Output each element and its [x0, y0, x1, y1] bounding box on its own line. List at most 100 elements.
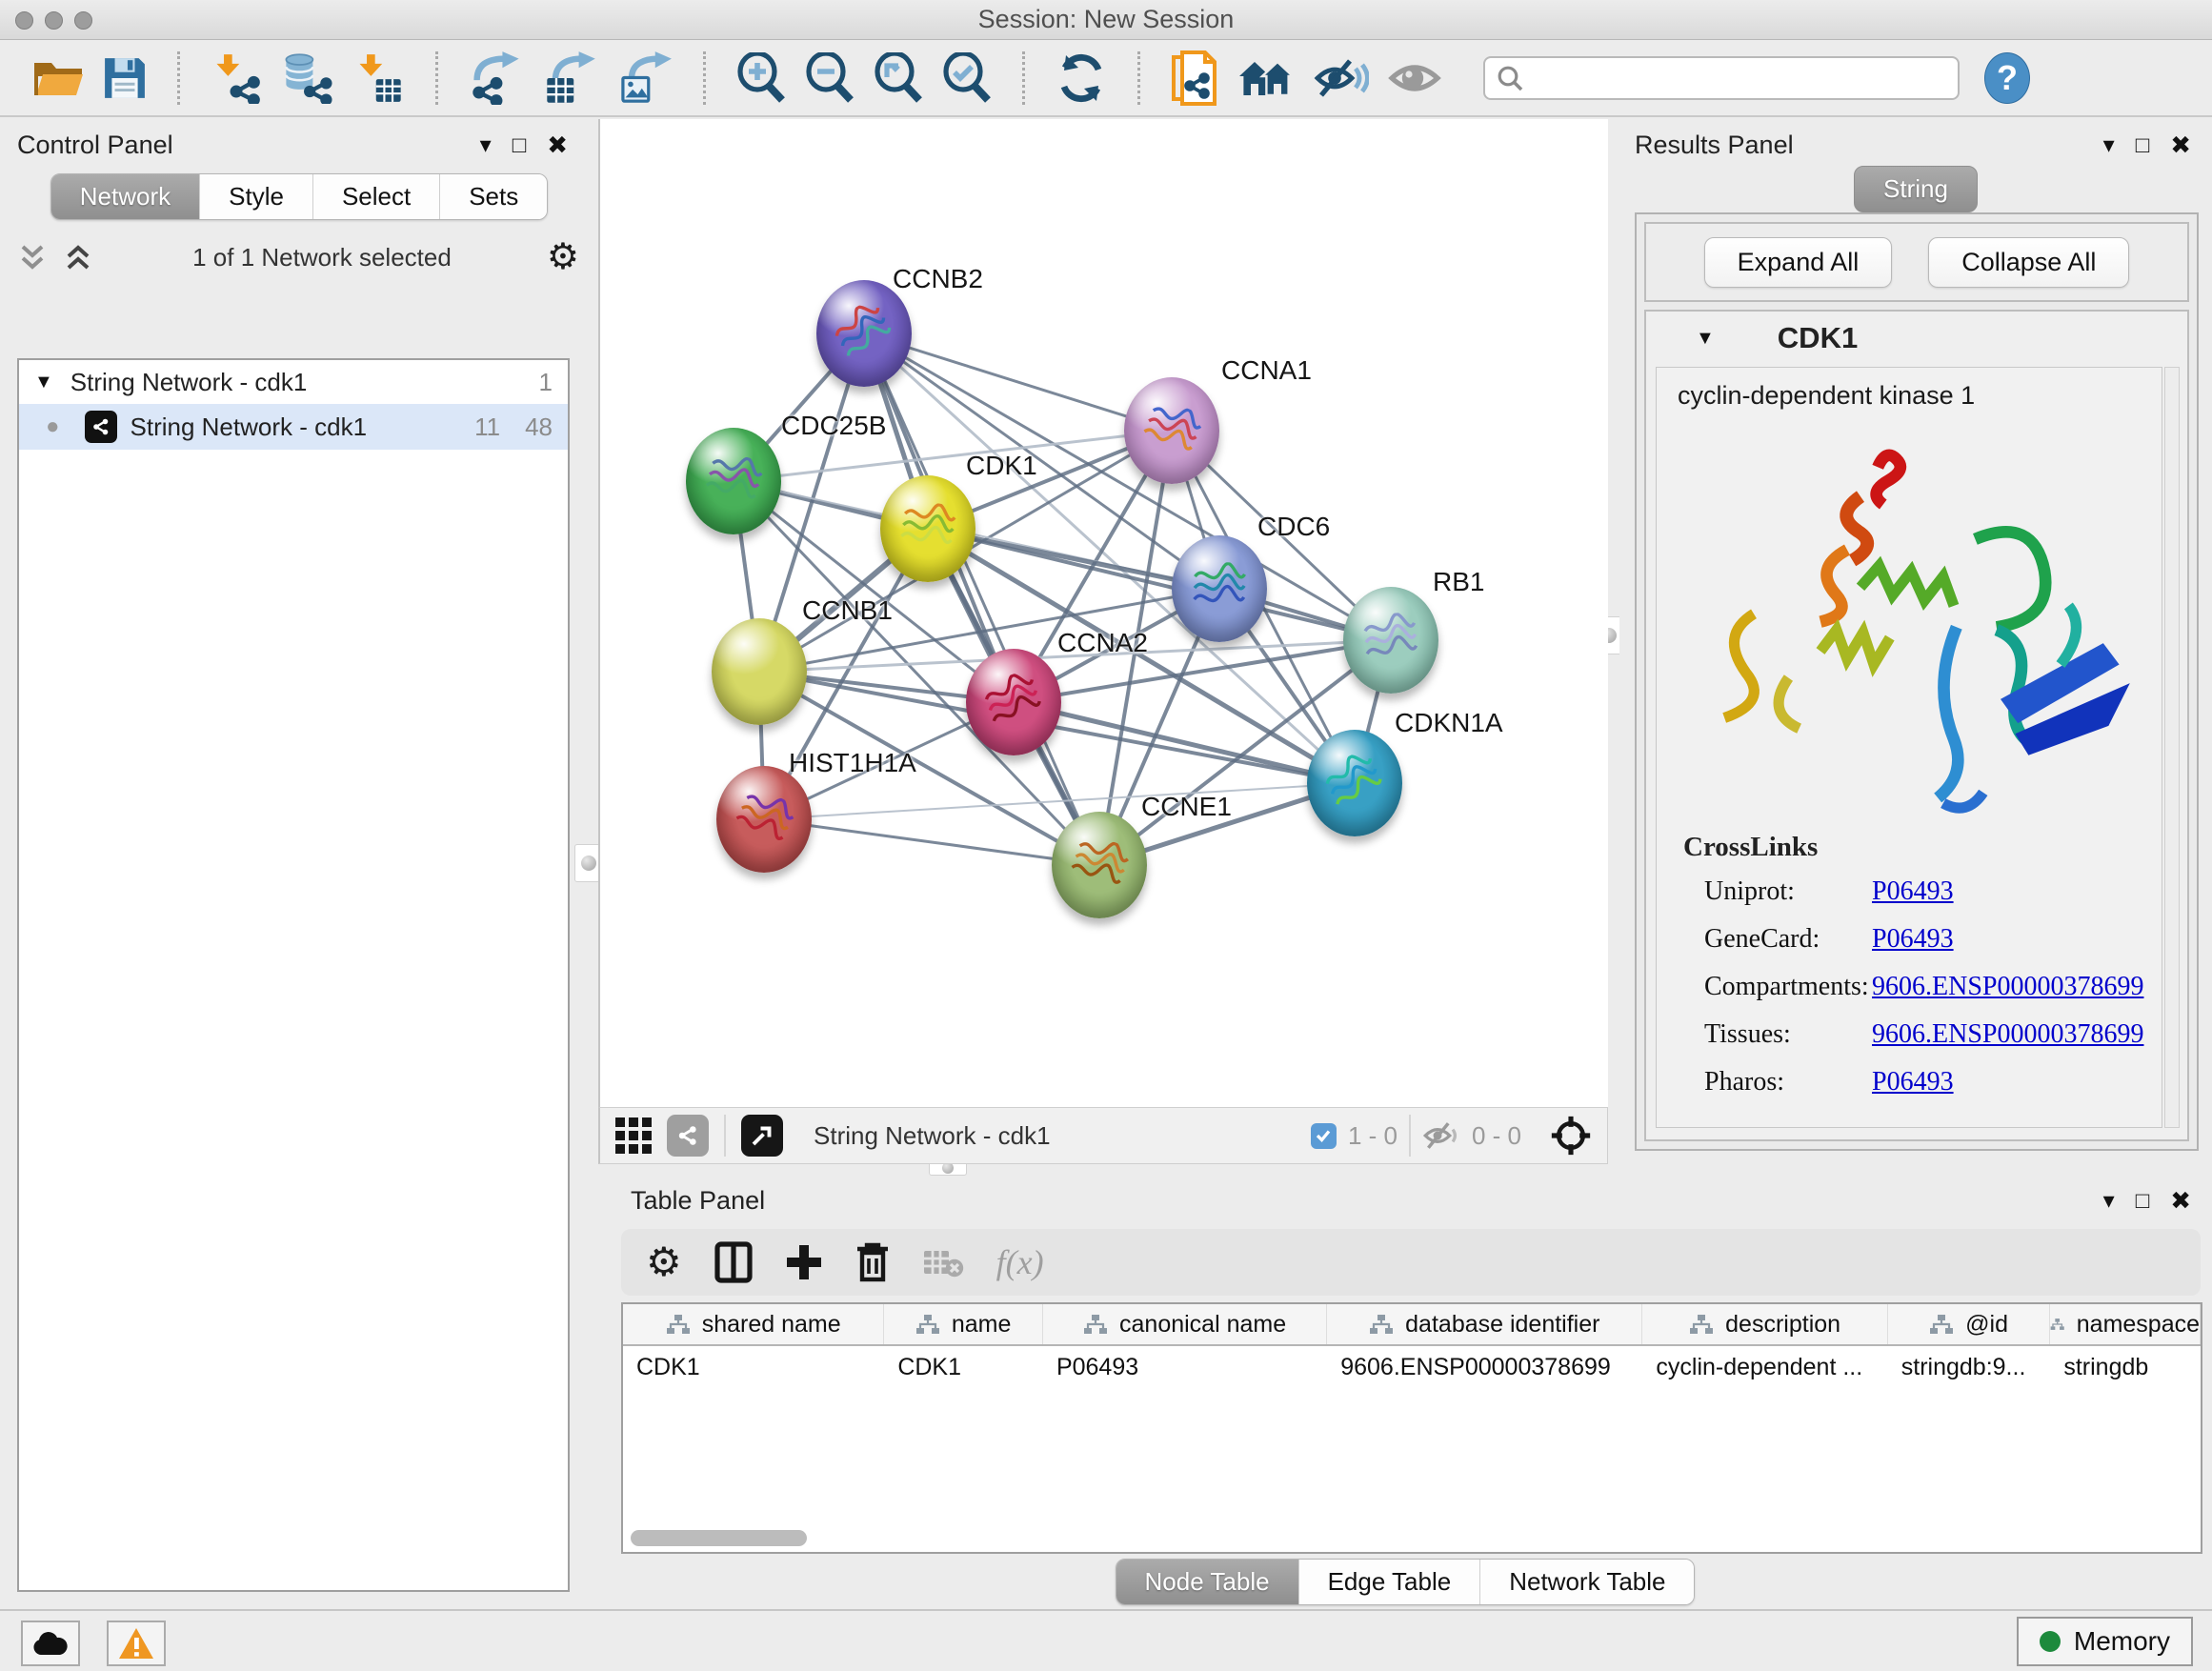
network-row[interactable]: ● String Network - cdk1 11 48 — [19, 404, 568, 450]
zoom-window-button[interactable] — [74, 11, 92, 30]
tab-style[interactable]: Style — [199, 174, 312, 219]
table-row[interactable]: CDK1CDK1P064939606.ENSP00000378699cyclin… — [623, 1346, 2201, 1388]
network-node-CDK1[interactable] — [880, 475, 975, 582]
help-button[interactable]: ? — [1984, 52, 2030, 104]
export-image-button[interactable] — [617, 51, 673, 105]
expand-all-networks-icon[interactable] — [19, 243, 51, 272]
close-window-button[interactable] — [15, 11, 33, 30]
table-cell[interactable]: CDK1 — [623, 1346, 884, 1388]
table-cell[interactable]: CDK1 — [884, 1346, 1043, 1388]
collapse-all-button[interactable]: Collapse All — [1928, 237, 2129, 288]
tab-network[interactable]: Network — [51, 174, 199, 219]
tab-edge-table[interactable]: Edge Table — [1298, 1560, 1480, 1604]
network-badge-icon[interactable] — [667, 1115, 709, 1157]
panel-menu-icon[interactable]: ▾ — [480, 131, 492, 159]
warnings-button[interactable] — [107, 1621, 166, 1666]
search-input[interactable] — [1483, 56, 1960, 100]
float-panel-icon[interactable]: □ — [2136, 132, 2150, 159]
toolbar-separator — [435, 51, 438, 105]
node-entry-header[interactable]: ▼ CDK1 — [1646, 312, 2187, 365]
network-canvas[interactable]: CCNB2CCNA1CDC25BCDK1CDC6RB1CCNB1CCNA2CDK… — [598, 119, 1608, 1107]
network-node-CCNA1[interactable] — [1124, 377, 1219, 484]
crosslink-link[interactable]: P06493 — [1872, 876, 1954, 907]
import-network-button[interactable] — [211, 52, 262, 104]
table-cell[interactable]: cyclin-dependent ... — [1642, 1346, 1887, 1388]
panel-menu-icon[interactable]: ▾ — [2103, 131, 2115, 159]
tab-node-table[interactable]: Node Table — [1116, 1560, 1298, 1604]
detach-view-icon[interactable] — [741, 1115, 783, 1157]
entry-disclosure-icon[interactable]: ▼ — [1696, 328, 1715, 350]
import-network-from-database-button[interactable] — [281, 52, 334, 104]
add-column-icon[interactable] — [785, 1243, 823, 1281]
zoom-selected-button[interactable] — [942, 52, 992, 104]
apply-layout-button[interactable] — [1056, 52, 1107, 104]
float-panel-icon[interactable]: □ — [513, 132, 527, 159]
tab-string[interactable]: String — [1854, 166, 1978, 212]
network-node-CCNB2[interactable] — [816, 280, 912, 387]
network-node-RB1[interactable] — [1343, 587, 1438, 694]
column-header-database-identifier[interactable]: database identifier — [1327, 1304, 1642, 1344]
crosslink-link[interactable]: 9606.ENSP00000378699 — [1872, 972, 2143, 1002]
birds-eye-toggle-icon[interactable] — [1550, 1115, 1592, 1157]
network-node-CDC25B[interactable] — [686, 428, 781, 534]
expand-all-button[interactable]: Expand All — [1704, 237, 1893, 288]
string-import-button[interactable] — [1171, 50, 1218, 107]
column-header-namespace[interactable]: namespace — [2050, 1304, 2201, 1344]
network-edge-HIST1H1A-CCNE1[interactable] — [764, 819, 1099, 865]
network-node-CCNB1[interactable] — [712, 618, 807, 725]
crosslink-link[interactable]: 9606.ENSP00000378699 — [1872, 1019, 2143, 1050]
homes-button[interactable] — [1237, 55, 1295, 101]
network-node-CDKN1A[interactable] — [1307, 730, 1402, 836]
export-network-button[interactable] — [469, 51, 524, 105]
memory-button[interactable]: Memory — [2017, 1617, 2193, 1666]
network-edge-CCNB2-CCNE1[interactable] — [864, 333, 1099, 865]
network-node-CCNA2[interactable] — [966, 649, 1061, 755]
open-session-button[interactable] — [34, 57, 84, 99]
export-table-button[interactable] — [543, 51, 598, 105]
selected-checkbox-icon[interactable] — [1311, 1123, 1337, 1149]
zoom-out-button[interactable] — [805, 52, 855, 104]
column-header-id[interactable]: @id — [1888, 1304, 2051, 1344]
column-header-canonical-name[interactable]: canonical name — [1043, 1304, 1327, 1344]
delete-column-icon[interactable] — [855, 1241, 890, 1283]
crosslink-link[interactable]: P06493 — [1872, 1067, 1954, 1097]
network-collection-row[interactable]: ▼ String Network - cdk1 1 — [19, 360, 568, 404]
results-vertical-scrollbar[interactable] — [2164, 367, 2180, 1128]
close-panel-icon[interactable]: ✖ — [2170, 131, 2191, 160]
zoom-fit-button[interactable] — [874, 52, 923, 104]
close-panel-icon[interactable]: ✖ — [2170, 1186, 2191, 1216]
column-header-description[interactable]: description — [1642, 1304, 1887, 1344]
collapse-all-networks-icon[interactable] — [65, 243, 97, 272]
crosslink-label: Uniprot: — [1683, 876, 1872, 907]
grid-view-icon[interactable] — [615, 1117, 652, 1154]
table-cell[interactable]: stringdb — [2050, 1346, 2201, 1388]
close-panel-icon[interactable]: ✖ — [547, 131, 568, 160]
column-header-shared-name[interactable]: shared name — [623, 1304, 884, 1344]
table-cell[interactable]: P06493 — [1043, 1346, 1327, 1388]
network-node-CDC6[interactable] — [1172, 535, 1267, 642]
crosslink-link[interactable]: P06493 — [1872, 924, 1954, 955]
zoom-in-button[interactable] — [736, 52, 786, 104]
import-table-button[interactable] — [353, 52, 405, 104]
tab-select[interactable]: Select — [312, 174, 439, 219]
network-options-gear-icon[interactable]: ⚙ — [547, 239, 579, 275]
show-columns-icon[interactable] — [714, 1241, 753, 1283]
column-header-name[interactable]: name — [884, 1304, 1043, 1344]
collection-disclosure-icon[interactable]: ▼ — [34, 372, 53, 393]
panel-menu-icon[interactable]: ▾ — [2103, 1187, 2115, 1215]
float-panel-icon[interactable]: □ — [2136, 1188, 2150, 1215]
network-edge-CCNA2-CDKN1A[interactable] — [1014, 702, 1355, 783]
minimize-window-button[interactable] — [45, 11, 63, 30]
table-cell[interactable]: 9606.ENSP00000378699 — [1327, 1346, 1642, 1388]
show-glass-button[interactable] — [1388, 56, 1441, 100]
tab-sets[interactable]: Sets — [439, 174, 547, 219]
network-node-HIST1H1A[interactable] — [716, 766, 812, 873]
tab-network-table[interactable]: Network Table — [1479, 1560, 1694, 1604]
cloud-status-button[interactable] — [21, 1621, 80, 1666]
network-node-CCNE1[interactable] — [1052, 812, 1147, 918]
table-cell[interactable]: stringdb:9... — [1888, 1346, 2051, 1388]
table-options-gear-icon[interactable]: ⚙ — [646, 1242, 682, 1282]
save-session-button[interactable] — [103, 56, 147, 100]
table-horizontal-scrollbar[interactable] — [631, 1530, 807, 1546]
hide-glass-button[interactable] — [1314, 55, 1369, 101]
